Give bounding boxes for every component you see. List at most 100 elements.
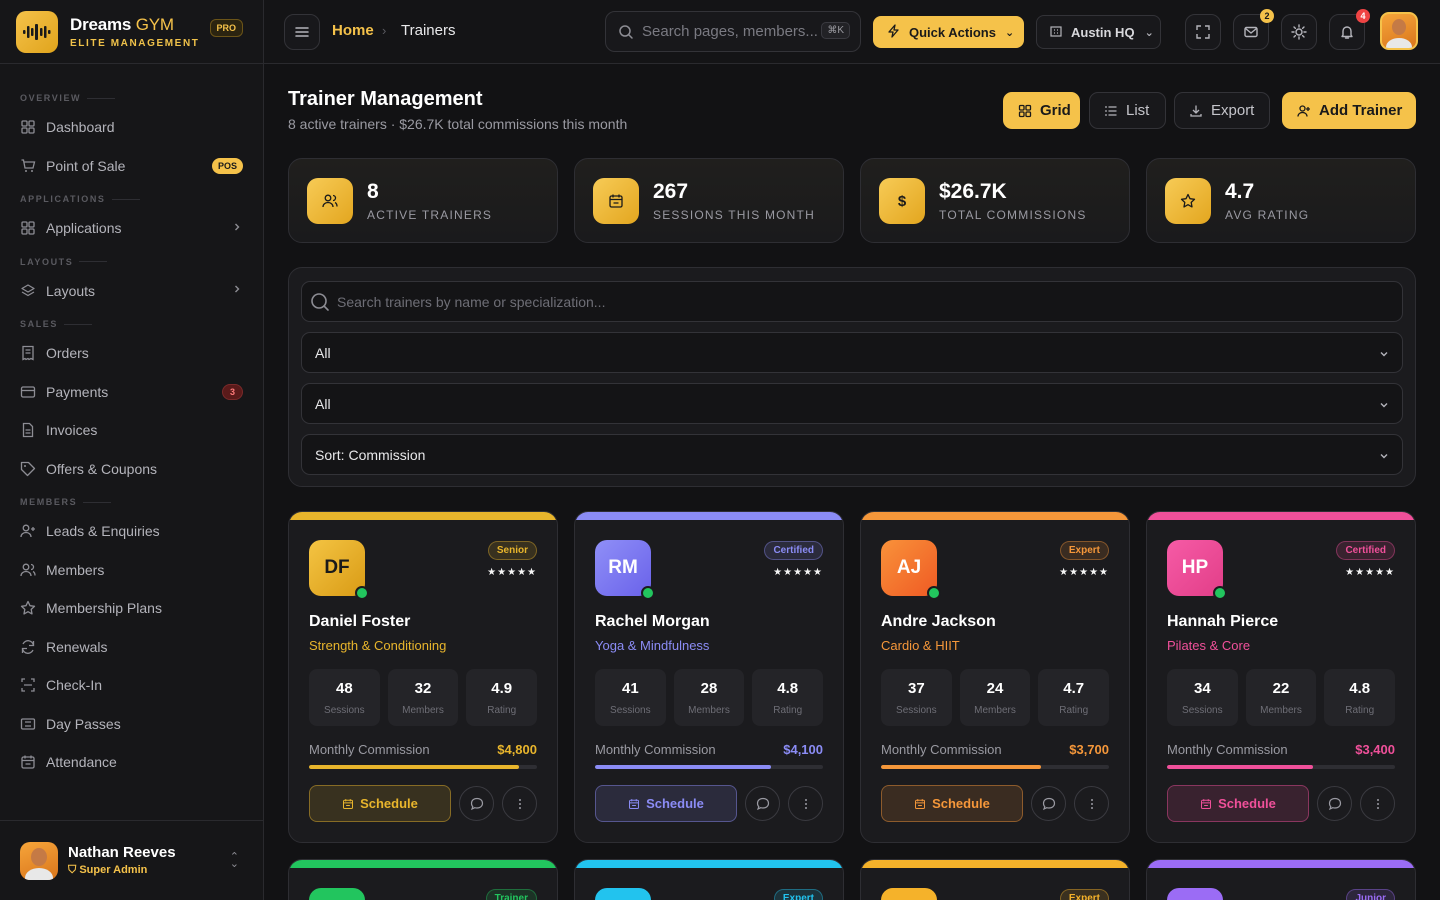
more-vertical-icon xyxy=(513,797,527,811)
trainer-search-input[interactable]: Search trainers by name or specializatio… xyxy=(301,281,1403,322)
breadcrumb-home[interactable]: Home xyxy=(332,22,374,39)
sidebar-item-label: Day Passes xyxy=(46,715,121,732)
trainer-card[interactable]: Expert xyxy=(574,859,844,900)
search-placeholder: Search pages, members... xyxy=(642,23,818,40)
sidebar-item-check-in[interactable]: Check-In xyxy=(20,666,243,705)
mail-icon xyxy=(1244,26,1258,38)
sidebar-item-renewals[interactable]: Renewals xyxy=(20,628,243,667)
list-view-button[interactable]: List xyxy=(1089,92,1166,129)
sidebar-item-payments[interactable]: Payments 3 xyxy=(20,373,243,412)
sidebar-item-point-of-sale[interactable]: Point of Sale POS xyxy=(20,147,243,186)
rating-metric: 4.7 Rating xyxy=(1038,669,1110,726)
message-button[interactable] xyxy=(459,786,494,821)
schedule-button[interactable]: Schedule xyxy=(595,785,737,822)
sidebar-item-applications[interactable]: Applications xyxy=(20,209,243,248)
trainer-avatar xyxy=(1167,888,1223,900)
brand-name-accent: GYM xyxy=(135,14,174,34)
more-options-button[interactable] xyxy=(1360,786,1395,821)
message-button[interactable] xyxy=(1317,786,1352,821)
more-options-button[interactable] xyxy=(1074,786,1109,821)
sessions-metric: 37 Sessions xyxy=(881,669,952,726)
stat-label: ACTIVE TRAINERS xyxy=(367,207,493,222)
chevron-down-icon xyxy=(1378,398,1390,414)
trainer-avatar xyxy=(881,888,937,900)
breadcrumb-current: Trainers xyxy=(401,22,456,39)
more-options-button[interactable] xyxy=(502,786,537,821)
stat-value: 8 xyxy=(367,179,379,203)
calendar-icon xyxy=(1200,798,1212,810)
theme-toggle-button[interactable] xyxy=(1281,14,1317,50)
add-trainer-button[interactable]: Add Trainer xyxy=(1282,92,1416,129)
export-button[interactable]: Export xyxy=(1174,92,1270,129)
brand[interactable]: Dreams GYM ELITE MANAGEMENT PRO xyxy=(0,0,263,64)
sidebar-item-dashboard[interactable]: Dashboard xyxy=(20,108,243,147)
quick-actions-button[interactable]: Quick Actions ⌄ xyxy=(873,16,1024,48)
sidebar-item-membership-plans[interactable]: Membership Plans xyxy=(20,589,243,628)
schedule-button[interactable]: Schedule xyxy=(309,785,451,822)
page-title: Trainer Management xyxy=(288,88,483,110)
sidebar-item-attendance[interactable]: Attendance xyxy=(20,743,243,782)
add-trainer-label: Add Trainer xyxy=(1319,102,1403,119)
nav-section-title: LAYOUTS xyxy=(20,252,243,272)
tag-icon xyxy=(20,461,36,477)
sort-select[interactable]: Sort: Commission xyxy=(301,434,1403,475)
menu-toggle-button[interactable] xyxy=(284,14,320,50)
rating-metric: 4.8 Rating xyxy=(752,669,824,726)
rating-stars: ★★★★★ xyxy=(1345,567,1395,578)
trainer-card[interactable]: RM Certified ★★★★★ Rachel Morgan Yoga & … xyxy=(574,511,844,843)
sessions-metric: 41 Sessions xyxy=(595,669,666,726)
trainer-card[interactable]: DF Senior ★★★★★ Daniel Foster Strength &… xyxy=(288,511,558,843)
sidebar-user-card[interactable]: Nathan Reeves ⛉ Super Admin ⌃ ⌄ xyxy=(0,820,263,900)
specialization-filter-select[interactable]: All xyxy=(301,332,1403,373)
schedule-label: Schedule xyxy=(932,796,990,811)
more-options-button[interactable] xyxy=(788,786,823,821)
trainer-level-badge: Senior xyxy=(487,541,537,560)
messages-button[interactable]: 2 xyxy=(1233,9,1274,50)
sidebar-item-day-passes[interactable]: Day Passes xyxy=(20,705,243,744)
mail-count-badge: 2 xyxy=(1260,9,1274,23)
notifications-button[interactable]: 4 xyxy=(1329,9,1370,50)
ticket-icon xyxy=(20,716,36,732)
nav-section-title: OVERVIEW xyxy=(20,88,243,108)
sidebar-item-layouts[interactable]: Layouts xyxy=(20,272,243,311)
trainer-card[interactable]: Junior xyxy=(1146,859,1416,900)
more-vertical-icon xyxy=(1371,797,1385,811)
rating-metric: 4.8 Rating xyxy=(1324,669,1396,726)
trainer-specialization: Cardio & HIIT xyxy=(881,638,960,653)
grid-view-button[interactable]: Grid xyxy=(1003,92,1080,129)
count-badge: 3 xyxy=(221,383,243,400)
commission-progress-bar xyxy=(309,765,537,769)
stat-value: 267 xyxy=(653,179,689,203)
commission-label: Monthly Commission xyxy=(595,742,716,757)
message-button[interactable] xyxy=(745,786,780,821)
message-button[interactable] xyxy=(1031,786,1066,821)
download-icon xyxy=(1189,104,1203,118)
trainer-card[interactable]: HP Certified ★★★★★ Hannah Pierce Pilates… xyxy=(1146,511,1416,843)
schedule-button[interactable]: Schedule xyxy=(1167,785,1309,822)
sidebar-item-members[interactable]: Members xyxy=(20,551,243,590)
level-filter-select[interactable]: All xyxy=(301,383,1403,424)
schedule-button[interactable]: Schedule xyxy=(881,785,1023,822)
rating-stars: ★★★★★ xyxy=(1059,567,1109,578)
fullscreen-button[interactable] xyxy=(1185,14,1221,50)
members-metric: 22 Members xyxy=(1245,669,1317,726)
trainer-card[interactable]: AJ Expert ★★★★★ Andre Jackson Cardio & H… xyxy=(860,511,1130,843)
sessions-value: 41 xyxy=(621,680,639,697)
stat-card: 4.7 AVG RATING xyxy=(1146,158,1416,243)
trainer-metrics: 48 Sessions 32 Members 4.9 Rating xyxy=(309,669,538,726)
svg-text:$: $ xyxy=(898,193,907,210)
trainer-card[interactable]: Trainer xyxy=(288,859,558,900)
global-search-input[interactable]: Search pages, members... ⌘K xyxy=(605,11,861,52)
commission-progress-fill xyxy=(595,765,771,769)
sidebar-item-orders[interactable]: Orders xyxy=(20,334,243,373)
pos-badge: POS xyxy=(211,157,243,174)
trainer-card[interactable]: Expert xyxy=(860,859,1130,900)
calendar-icon xyxy=(628,798,640,810)
chevron-updown-icon[interactable]: ⌃ ⌄ xyxy=(230,851,239,869)
sidebar-item-offers-coupons[interactable]: Offers & Coupons xyxy=(20,450,243,489)
sidebar-item-leads-enquiries[interactable]: Leads & Enquiries xyxy=(20,512,243,551)
schedule-label: Schedule xyxy=(646,796,704,811)
branch-select[interactable]: Austin HQ ⌄ xyxy=(1036,15,1161,49)
profile-avatar[interactable] xyxy=(1380,12,1418,50)
sidebar-item-invoices[interactable]: Invoices xyxy=(20,411,243,450)
